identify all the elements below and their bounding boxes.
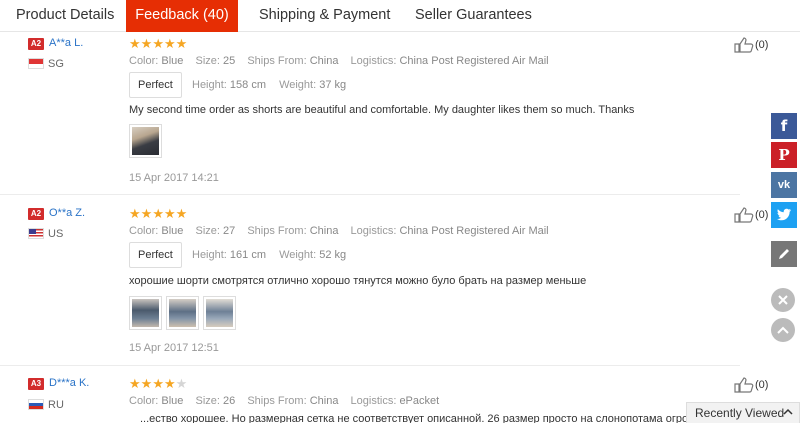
- recently-viewed-bar[interactable]: Recently Viewed: [686, 402, 800, 423]
- share-facebook-button[interactable]: f: [771, 113, 797, 139]
- tab-bar: Product Details Feedback (40) Shipping &…: [0, 0, 800, 32]
- attr-height: 161 cm: [229, 249, 266, 261]
- star-icon: ★: [163, 376, 176, 391]
- star-icon: ★: [175, 36, 188, 51]
- attr-color: Blue: [161, 55, 184, 67]
- divider: [0, 365, 740, 366]
- star-icon: ★: [140, 206, 153, 221]
- fit-badge: Perfect: [129, 242, 182, 268]
- attr-color: Blue: [161, 395, 184, 407]
- divider: [0, 194, 740, 195]
- review-text: хорошие шорти смотрятся отлично хорошо т…: [129, 275, 587, 287]
- attr-weight: 37 kg: [319, 79, 347, 91]
- share-vk-button[interactable]: vk: [771, 172, 797, 198]
- review-photo-thumbnail[interactable]: [166, 296, 199, 330]
- attr-ships-from: China: [309, 395, 339, 407]
- thumbs-up-icon: [734, 37, 754, 53]
- buyer-country: US: [48, 228, 64, 240]
- attr-weight: 52 kg: [319, 249, 347, 261]
- chevron-up-icon: [783, 408, 793, 415]
- body-measurements: Height: 158 cm Weight: 37 kg: [192, 79, 347, 91]
- buyer-country: SG: [48, 58, 64, 70]
- helpful-count: (0): [755, 379, 769, 391]
- review-photo-thumbnail[interactable]: [203, 296, 236, 330]
- scroll-top-button[interactable]: [771, 318, 795, 342]
- star-icon: ★: [163, 206, 176, 221]
- tab-product-details[interactable]: Product Details: [16, 0, 114, 32]
- order-attributes: Color: Blue Size: 25 Ships From: China L…: [129, 55, 549, 67]
- recently-viewed-label: Recently Viewed: [695, 406, 785, 420]
- star-icon: ★: [163, 36, 176, 51]
- attr-color: Blue: [161, 225, 184, 237]
- review-date: 15 Apr 2017 14:21: [129, 172, 219, 184]
- order-attributes: Color: Blue Size: 27 Ships From: China L…: [129, 225, 549, 237]
- close-icon: [778, 295, 788, 305]
- facebook-icon: f: [780, 117, 788, 135]
- body-measurements: Height: 161 cm Weight: 52 kg: [192, 249, 347, 261]
- review-photo-thumbnail[interactable]: [129, 296, 162, 330]
- helpful-button[interactable]: (0): [734, 207, 768, 223]
- twitter-icon: [777, 208, 791, 221]
- attr-size: 25: [223, 55, 236, 67]
- close-button[interactable]: [771, 288, 795, 312]
- star-empty-icon: ★: [175, 376, 188, 391]
- order-attributes: Color: Blue Size: 26 Ships From: China L…: [129, 395, 440, 407]
- attr-ships-from: China: [309, 55, 339, 67]
- attr-logistics: China Post Registered Air Mail: [399, 225, 549, 237]
- attr-size: 27: [223, 225, 236, 237]
- review-text: My second time order as shorts are beaut…: [129, 104, 635, 116]
- share-twitter-button[interactable]: [771, 202, 797, 228]
- review-date: 15 Apr 2017 12:51: [129, 342, 219, 354]
- attr-height: 158 cm: [229, 79, 266, 91]
- star-icon: ★: [152, 36, 164, 51]
- star-rating: ★★★★★: [129, 207, 187, 221]
- star-icon: ★: [129, 206, 141, 221]
- helpful-count: (0): [755, 209, 769, 221]
- flag-ru-icon: [28, 399, 44, 410]
- attr-ships-from: China: [309, 225, 339, 237]
- attr-size: 26: [223, 395, 236, 407]
- buyer-name[interactable]: D***a K.: [49, 377, 89, 389]
- star-icon: ★: [140, 376, 153, 391]
- pencil-icon: [779, 249, 789, 259]
- attr-logistics: ePacket: [399, 395, 440, 407]
- buyer-level-badge: A2: [28, 38, 44, 50]
- review-text: ...ество хорошее. Но размерная сетка не …: [140, 413, 698, 423]
- star-rating: ★★★★★: [129, 377, 187, 391]
- chevron-up-icon: [777, 326, 789, 334]
- star-icon: ★: [140, 36, 153, 51]
- star-icon: ★: [129, 376, 141, 391]
- tab-seller-guarantees[interactable]: Seller Guarantees: [415, 0, 532, 32]
- edit-button[interactable]: [771, 241, 797, 267]
- helpful-button[interactable]: (0): [734, 377, 768, 393]
- star-icon: ★: [175, 206, 188, 221]
- flag-sg-icon: [28, 58, 44, 69]
- star-icon: ★: [129, 36, 141, 51]
- star-icon: ★: [152, 376, 164, 391]
- share-pinterest-button[interactable]: P: [771, 142, 797, 168]
- helpful-button[interactable]: (0): [734, 37, 768, 53]
- review-photo-thumbnail[interactable]: [129, 124, 162, 158]
- buyer-name[interactable]: A**a L.: [49, 37, 83, 49]
- thumbs-up-icon: [734, 207, 754, 223]
- buyer-level-badge: A3: [28, 378, 44, 390]
- attr-logistics: China Post Registered Air Mail: [399, 55, 549, 67]
- star-icon: ★: [152, 206, 164, 221]
- pinterest-icon: P: [778, 146, 790, 164]
- buyer-country: RU: [48, 399, 64, 411]
- review-photos: [129, 296, 236, 330]
- tab-feedback[interactable]: Feedback (40): [126, 0, 238, 32]
- helpful-count: (0): [755, 39, 769, 51]
- buyer-name[interactable]: O**a Z.: [49, 207, 85, 219]
- vk-icon: vk: [777, 179, 791, 191]
- review-photos: [129, 124, 162, 158]
- tab-shipping-payment[interactable]: Shipping & Payment: [259, 0, 390, 32]
- star-rating: ★★★★★: [129, 37, 187, 51]
- buyer-level-badge: A2: [28, 208, 44, 220]
- flag-us-icon: [28, 228, 44, 239]
- thumbs-up-icon: [734, 377, 754, 393]
- fit-badge: Perfect: [129, 72, 182, 98]
